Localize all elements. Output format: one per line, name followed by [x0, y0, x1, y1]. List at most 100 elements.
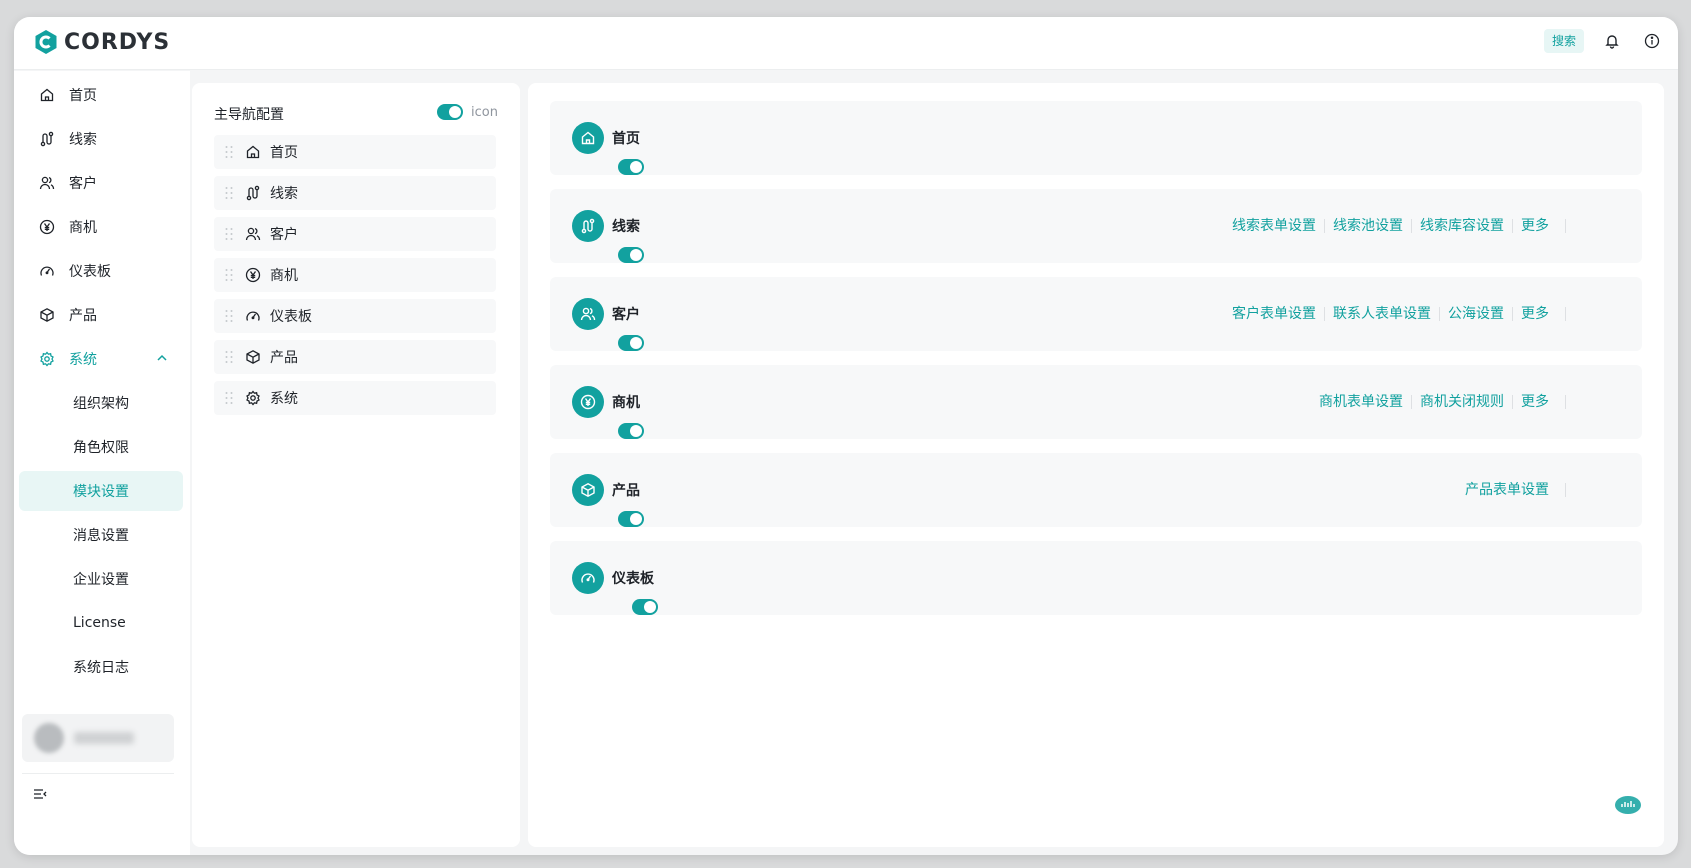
sidebar: 首页 线索 客户 商机 仪表板 产品 系统 组织架构 角色权限 模块设置 消息设… [14, 71, 190, 855]
search-button[interactable]: 搜索 [1543, 29, 1584, 53]
module-toggle-switch[interactable] [618, 247, 644, 263]
module-links: 产品表单设置 [1457, 453, 1566, 527]
icon-toggle-group: icon [437, 104, 498, 120]
avatar [34, 723, 64, 753]
sidebar-subitem-messages[interactable]: 消息设置 [19, 515, 183, 555]
module-link[interactable]: 线索库容设置 [1411, 219, 1512, 233]
module-link[interactable]: 线索表单设置 [1224, 219, 1324, 233]
nav-config-item[interactable]: 仪表板 [214, 299, 496, 333]
sidebar-subitem-modules[interactable]: 模块设置 [19, 471, 183, 511]
module-link-more[interactable]: 更多 [1512, 219, 1557, 233]
module-card-products: 产品 产品表单设置 [550, 453, 1642, 527]
sidebar-subitem-label: 企业设置 [73, 572, 129, 588]
drag-handle-icon[interactable] [224, 391, 234, 405]
module-links: 商机表单设置 商机关闭规则 更多 [1311, 365, 1566, 439]
sidebar-item-dashboard[interactable]: 仪表板 [19, 251, 183, 291]
sidebar-item-label: 线索 [69, 132, 97, 148]
module-link[interactable]: 商机关闭规则 [1411, 395, 1512, 409]
sidebar-subitem-logs[interactable]: 系统日志 [19, 647, 183, 687]
sidebar-item-home[interactable]: 首页 [19, 75, 183, 115]
sidebar-item-customers[interactable]: 客户 [19, 163, 183, 203]
top-actions: 搜索 [1543, 29, 1664, 53]
module-links: 线索表单设置 线索池设置 线索库容设置 更多 [1224, 189, 1566, 263]
bell-icon[interactable] [1600, 29, 1624, 53]
drag-handle-icon[interactable] [224, 268, 234, 282]
sidebar-item-leads[interactable]: 线索 [19, 119, 183, 159]
sidebar-subitem-roles[interactable]: 角色权限 [19, 427, 183, 467]
module-card-customers: 客户 客户表单设置 联系人表单设置 公海设置 更多 [550, 277, 1642, 351]
module-link[interactable]: 公海设置 [1439, 307, 1512, 321]
nav-config-item[interactable]: 客户 [214, 217, 496, 251]
module-toggle-switch[interactable] [618, 423, 644, 439]
nav-config-item[interactable]: 商机 [214, 258, 496, 292]
sidebar-subitem-label: 系统日志 [73, 660, 129, 676]
module-link-more[interactable]: 更多 [1512, 307, 1557, 321]
module-link[interactable]: 联系人表单设置 [1324, 307, 1439, 321]
module-card-dashboard: 仪表板 [550, 541, 1642, 615]
gauge-icon [572, 562, 604, 594]
drag-handle-icon[interactable] [224, 227, 234, 241]
user-card[interactable] [22, 714, 174, 762]
sidebar-item-products[interactable]: 产品 [19, 295, 183, 335]
module-toggle-switch[interactable] [618, 159, 644, 175]
module-name: 线索 [612, 219, 640, 235]
sidebar-subitem-enterprise[interactable]: 企业设置 [19, 559, 183, 599]
drag-handle-icon[interactable] [224, 350, 234, 364]
nav-config-item-label: 首页 [270, 145, 298, 161]
nav-config-item[interactable]: 系统 [214, 381, 496, 415]
module-card-opportunities: 商机 商机表单设置 商机关闭规则 更多 [550, 365, 1642, 439]
box-icon [244, 348, 262, 366]
home-icon [37, 85, 57, 105]
home-icon [572, 122, 604, 154]
drag-handle-icon[interactable] [224, 145, 234, 159]
nav-config-item-label: 系统 [270, 391, 298, 407]
module-link[interactable]: 产品表单设置 [1457, 483, 1557, 497]
link-divider [1565, 395, 1566, 409]
sidebar-subitem-label: 模块设置 [73, 484, 129, 500]
sidebar-item-label: 商机 [69, 220, 97, 236]
assistant-chat-icon[interactable] [1614, 795, 1642, 815]
module-toggle-switch[interactable] [618, 335, 644, 351]
sidebar-subitem-org[interactable]: 组织架构 [19, 383, 183, 423]
sidebar-subitem-label: 角色权限 [73, 440, 129, 456]
module-name: 仪表板 [612, 571, 654, 587]
drag-handle-icon[interactable] [224, 186, 234, 200]
module-link[interactable]: 商机表单设置 [1311, 395, 1411, 409]
icon-toggle-switch[interactable] [437, 104, 464, 120]
box-icon [572, 474, 604, 506]
module-toggle-switch[interactable] [632, 599, 658, 615]
module-name: 首页 [612, 131, 640, 147]
module-link-more[interactable]: 更多 [1512, 395, 1557, 409]
nav-config-title: 主导航配置 [214, 107, 284, 123]
module-name: 商机 [612, 395, 640, 411]
nav-config-item-label: 商机 [270, 268, 298, 284]
yen-icon [244, 266, 262, 284]
nav-config-item[interactable]: 产品 [214, 340, 496, 374]
link-divider [1565, 483, 1566, 497]
users-icon [244, 225, 262, 243]
sidebar-item-system[interactable]: 系统 [19, 339, 183, 379]
nav-config-item-label: 客户 [270, 227, 298, 243]
module-toggle-switch[interactable] [618, 511, 644, 527]
collapse-sidebar-icon[interactable] [32, 786, 52, 806]
sidebar-item-label: 客户 [69, 176, 97, 192]
box-icon [37, 305, 57, 325]
info-icon[interactable] [1640, 29, 1664, 53]
drag-handle-icon[interactable] [224, 309, 234, 323]
nav-config-item[interactable]: 首页 [214, 135, 496, 169]
app-logo[interactable]: CORDYS [34, 27, 170, 57]
user-name-redacted [74, 732, 134, 744]
sidebar-subitem-label: License [73, 615, 126, 631]
module-name: 客户 [612, 307, 640, 323]
nav-config-item[interactable]: 线索 [214, 176, 496, 210]
nav-config-item-label: 产品 [270, 350, 298, 366]
logo-text: CORDYS [64, 29, 171, 55]
cordys-logo-icon [35, 30, 57, 54]
sidebar-subitem-license[interactable]: License [19, 603, 183, 643]
chevron-up-icon[interactable] [155, 351, 169, 369]
yen-icon [37, 217, 57, 237]
top-bar: CORDYS 搜索 [14, 17, 1678, 70]
sidebar-item-opportunities[interactable]: 商机 [19, 207, 183, 247]
module-link[interactable]: 客户表单设置 [1224, 307, 1324, 321]
module-link[interactable]: 线索池设置 [1324, 219, 1411, 233]
